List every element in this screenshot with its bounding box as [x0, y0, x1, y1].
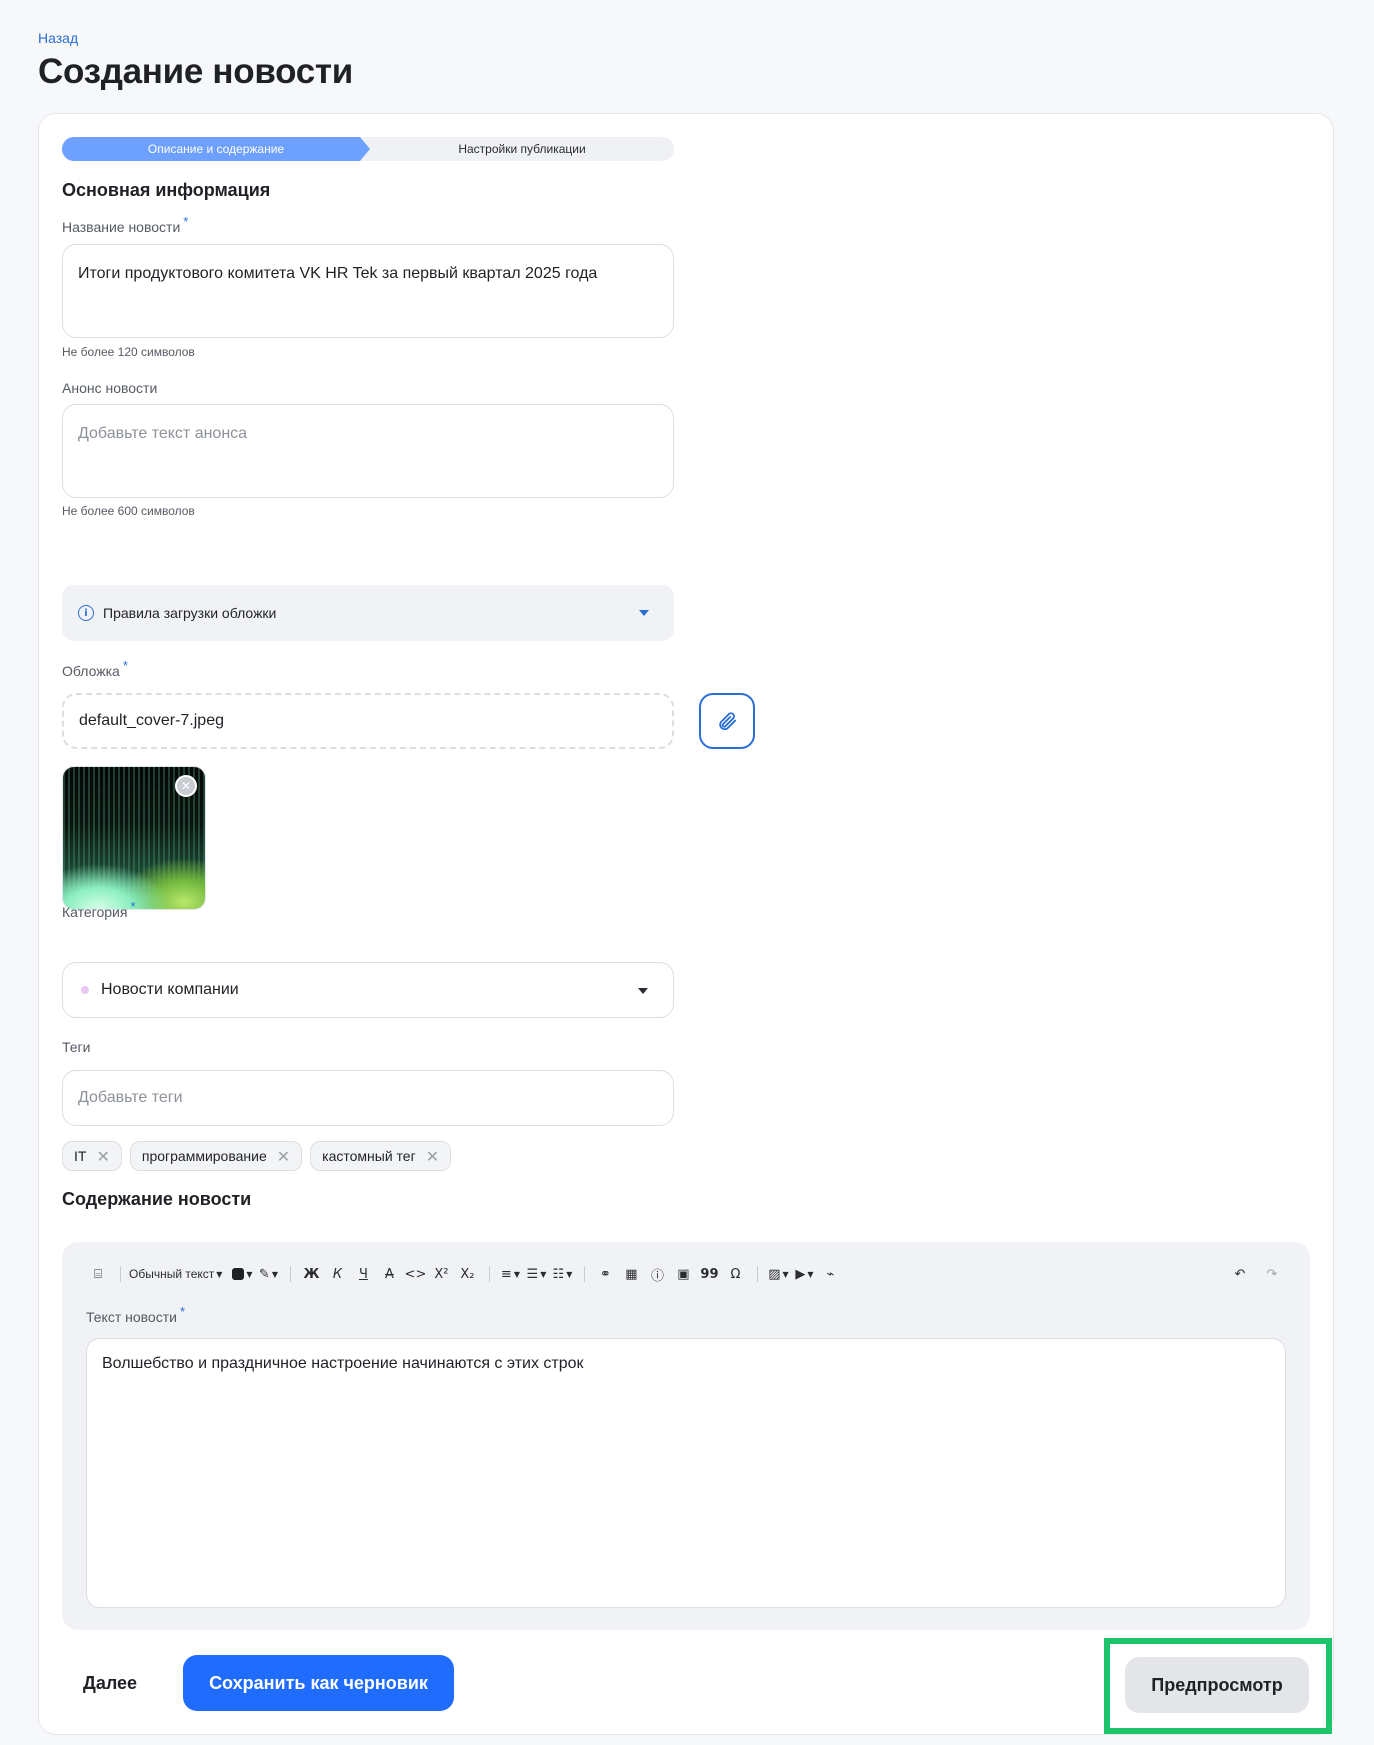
embed-icon[interactable]: ▣: [671, 1262, 695, 1286]
toolbar-divider: [489, 1266, 491, 1282]
title-hint: Не более 120 символов: [62, 345, 195, 359]
strikethrough-icon[interactable]: A: [377, 1262, 401, 1286]
announce-placeholder: Добавьте текст анонса: [78, 425, 248, 442]
back-link[interactable]: Назад: [38, 30, 78, 46]
text-color-swatch: [232, 1268, 245, 1280]
align-icon[interactable]: ≡ ▼: [498, 1262, 522, 1286]
text-color-dropdown[interactable]: ▼: [230, 1262, 254, 1286]
cover-thumbnail: ✕: [62, 766, 206, 910]
attach-cover-button[interactable]: [699, 693, 755, 749]
chevron-down-icon: [639, 610, 649, 616]
toolbar-divider: [290, 1266, 292, 1282]
announce-hint: Не более 600 символов: [62, 504, 195, 518]
paperclip-icon: [719, 712, 737, 731]
remove-tag-icon[interactable]: ✕: [277, 1147, 290, 1166]
tag-chip: кастомный тег ✕: [310, 1141, 452, 1171]
rich-text-editor: ⌸ Обычный текст ▼ ▼ ✎ ▼ Ж К Ч A <> X² X₂ ≡…: [62, 1242, 1310, 1630]
basic-info-title: Основная информация: [62, 180, 271, 200]
code-icon[interactable]: <>: [403, 1262, 427, 1286]
bold-icon[interactable]: Ж: [299, 1262, 323, 1286]
step-publication-settings[interactable]: Настройки публикации: [370, 137, 674, 161]
link-icon[interactable]: ⚭: [593, 1262, 617, 1286]
category-value: Новости компании: [101, 981, 239, 998]
underline-icon[interactable]: Ч: [351, 1262, 375, 1286]
save-draft-button[interactable]: Сохранить как черновик: [183, 1655, 454, 1711]
title-field-label: Название новости *: [62, 214, 189, 235]
toolbar-divider: [120, 1266, 121, 1282]
next-button[interactable]: Далее: [69, 1655, 151, 1711]
content-section-title: Содержание новости: [62, 1189, 252, 1209]
superscript-icon[interactable]: X²: [429, 1262, 453, 1286]
tag-chip: программирование ✕: [129, 1141, 303, 1171]
category-select[interactable]: Новости компании: [62, 962, 674, 1018]
stepper: Описание и содержание Настройки публикац…: [62, 137, 674, 161]
required-mark: *: [183, 214, 189, 229]
news-form-card: Описание и содержание Настройки публикац…: [38, 113, 1334, 1735]
attachment-icon[interactable]: ⌁: [818, 1262, 842, 1286]
news-text-editor[interactable]: Волшебство и праздничное настроение начи…: [86, 1338, 1286, 1608]
redo-icon[interactable]: ↷: [1260, 1262, 1284, 1286]
info-block-icon[interactable]: ⓘ: [645, 1262, 669, 1286]
bullet-list-icon[interactable]: ☰ ▼: [524, 1262, 548, 1286]
cover-rules-label: Правила загрузки обложки: [103, 605, 277, 621]
editor-toolbar: ⌸ Обычный текст ▼ ▼ ✎ ▼ Ж К Ч A <> X² X₂ ≡…: [86, 1262, 1286, 1286]
announce-field-label: Анонс новости: [62, 380, 158, 396]
highlight-icon[interactable]: ✎ ▼: [256, 1262, 280, 1286]
announce-input[interactable]: Добавьте текст анонса: [62, 404, 674, 498]
numbered-list-icon[interactable]: ☷ ▼: [550, 1262, 574, 1286]
step-description[interactable]: Описание и содержание: [62, 137, 370, 161]
toolbar-divider: [757, 1266, 759, 1282]
tags-field-label: Теги: [62, 1039, 91, 1055]
tag-list: IT ✕ программирование ✕ кастомный тег ✕: [62, 1141, 452, 1171]
required-mark: *: [130, 899, 136, 914]
required-mark: *: [179, 1304, 186, 1319]
cover-field-label: Обложка *: [62, 658, 128, 679]
italic-icon[interactable]: К: [325, 1262, 349, 1286]
toolbar-divider: [584, 1266, 586, 1282]
info-icon: i: [78, 605, 94, 621]
quote-icon[interactable]: 99: [697, 1262, 721, 1286]
ai-text-icon[interactable]: ⌸: [86, 1262, 110, 1286]
subscript-icon[interactable]: X₂: [455, 1262, 479, 1286]
cover-file-name: default_cover-7.jpeg: [79, 712, 224, 729]
chevron-down-icon: [638, 988, 648, 994]
cover-file-field[interactable]: default_cover-7.jpeg: [62, 693, 674, 749]
page-title: Создание новости: [38, 52, 353, 91]
tags-placeholder: Добавьте теги: [78, 1089, 183, 1106]
preview-highlight-frame: [1104, 1638, 1332, 1734]
image-icon[interactable]: ▨ ▼: [766, 1262, 790, 1286]
remove-tag-icon[interactable]: ✕: [96, 1147, 109, 1166]
news-text-label: Текст новости *: [86, 1304, 186, 1325]
tags-input[interactable]: Добавьте теги: [62, 1070, 674, 1126]
video-icon[interactable]: ▶ ▼: [792, 1262, 816, 1286]
remove-cover-icon[interactable]: ✕: [175, 775, 197, 797]
table-icon[interactable]: ▦: [619, 1262, 643, 1286]
title-input[interactable]: Итоги продуктового комитета VK HR Tek за…: [62, 244, 674, 338]
tag-chip: IT ✕: [62, 1141, 122, 1171]
undo-icon[interactable]: ↶: [1228, 1262, 1252, 1286]
required-mark: *: [122, 658, 128, 673]
category-field-label: Категория *: [62, 899, 136, 920]
cover-rules-accordion[interactable]: i Правила загрузки обложки: [62, 585, 674, 641]
category-color-dot: [81, 986, 89, 994]
special-char-icon[interactable]: Ω: [723, 1262, 747, 1286]
remove-tag-icon[interactable]: ✕: [426, 1147, 439, 1166]
text-style-dropdown[interactable]: Обычный текст ▼: [129, 1262, 222, 1286]
